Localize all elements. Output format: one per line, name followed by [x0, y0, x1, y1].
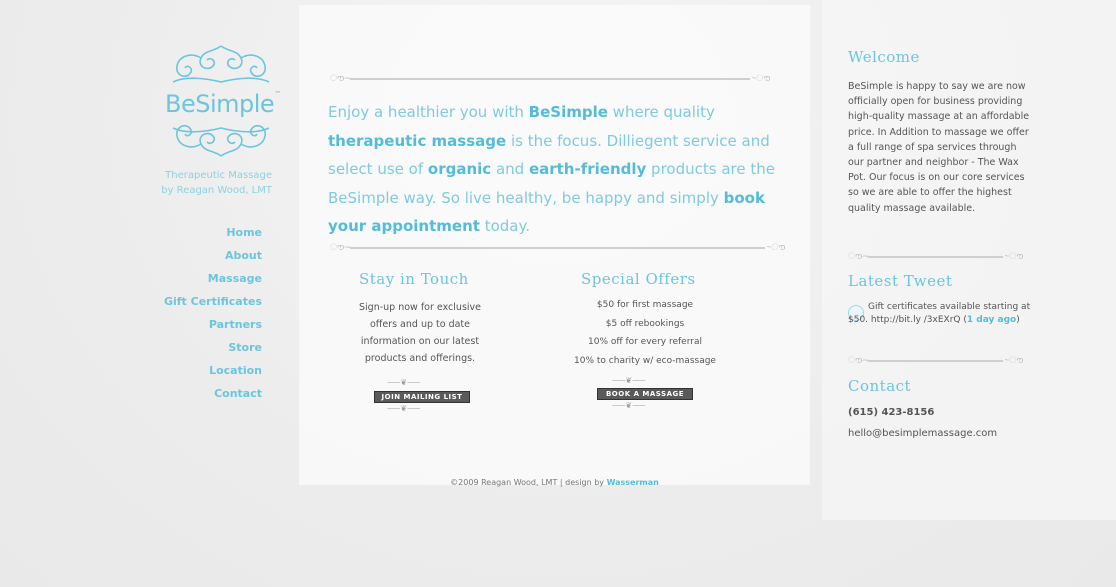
- offer-item: $5 off rebookings: [605, 318, 685, 329]
- welcome-title: Welcome: [848, 48, 920, 66]
- brand-logo[interactable]: BeSimple™: [165, 42, 281, 160]
- welcome-body: BeSimple is happy to say we are now offi…: [848, 81, 1030, 214]
- special-offers-title: Special Offers: [581, 270, 696, 288]
- latest-tweet-title: Latest Tweet: [848, 272, 953, 290]
- brand-tagline: Therapeutic Massage by Reagan Wood, LMT: [140, 168, 272, 198]
- nav-home[interactable]: Home: [140, 226, 262, 249]
- ornament-icon: ⸺❦⸺: [387, 378, 421, 387]
- offer-item: 10% to charity w/ eco-massage: [574, 355, 716, 366]
- tweet-text: Gift certificates available starting at …: [848, 302, 1031, 325]
- designer-link[interactable]: Wasserman: [607, 478, 659, 487]
- nav-location[interactable]: Location: [140, 364, 262, 387]
- nav-about[interactable]: About: [140, 249, 262, 272]
- tweet-time-link[interactable]: 1 day ago: [967, 315, 1016, 325]
- stay-in-touch-title: Stay in Touch: [359, 270, 469, 288]
- nav-massage[interactable]: Massage: [140, 272, 262, 295]
- nav-gift-certificates[interactable]: Gift Certificates: [140, 295, 262, 318]
- book-massage-button[interactable]: BOOK A MASSAGE: [597, 388, 693, 400]
- tagline-line-2: by Reagan Wood, LMT: [161, 185, 272, 196]
- right-divider-2: ൗ~ ~ൗ: [848, 356, 1023, 366]
- ornament-icon: ⸺❦⸺: [612, 376, 646, 385]
- offer-item: 10% off for every referral: [588, 337, 702, 347]
- stay-in-touch-text: Sign-up now for exclusive offers and up …: [359, 302, 481, 364]
- mid-divider: ൗ~ ~ൗ: [330, 243, 785, 253]
- main-nav: Home About Massage Gift Certificates Par…: [140, 226, 262, 410]
- ornament-icon: ⸺❦⸺: [387, 404, 421, 413]
- contact-phone[interactable]: (615) 423-8156: [848, 407, 934, 418]
- footer-copyright: ©2009 Reagan Wood, LMT | design by: [450, 478, 607, 487]
- contact-email[interactable]: hello@besimplemassage.com: [848, 428, 997, 439]
- offer-item: $50 for first massage: [596, 300, 694, 310]
- intro-brand: BeSimple: [528, 103, 608, 121]
- ornament-icon: ⸺❦⸺: [612, 401, 646, 410]
- special-offers-list: $50 for first massage $5 off rebookings …: [560, 296, 730, 370]
- brand-name: BeSimple™: [165, 90, 281, 118]
- footer: ©2009 Reagan Wood, LMT | design by Wasse…: [300, 478, 809, 487]
- tagline-line-1: Therapeutic Massage: [165, 170, 272, 181]
- right-divider-1: ൗ~ ~ൗ: [848, 252, 1023, 262]
- nav-partners[interactable]: Partners: [140, 318, 262, 341]
- nav-store[interactable]: Store: [140, 341, 262, 364]
- intro-text: Enjoy a healthier you with BeSimple wher…: [328, 103, 775, 235]
- join-mailing-list-button[interactable]: JOIN MAILING LIST: [374, 391, 470, 403]
- contact-title: Contact: [848, 377, 912, 395]
- nav-contact[interactable]: Contact: [140, 387, 262, 410]
- top-divider: ൗ~ ~ൗ: [330, 74, 770, 84]
